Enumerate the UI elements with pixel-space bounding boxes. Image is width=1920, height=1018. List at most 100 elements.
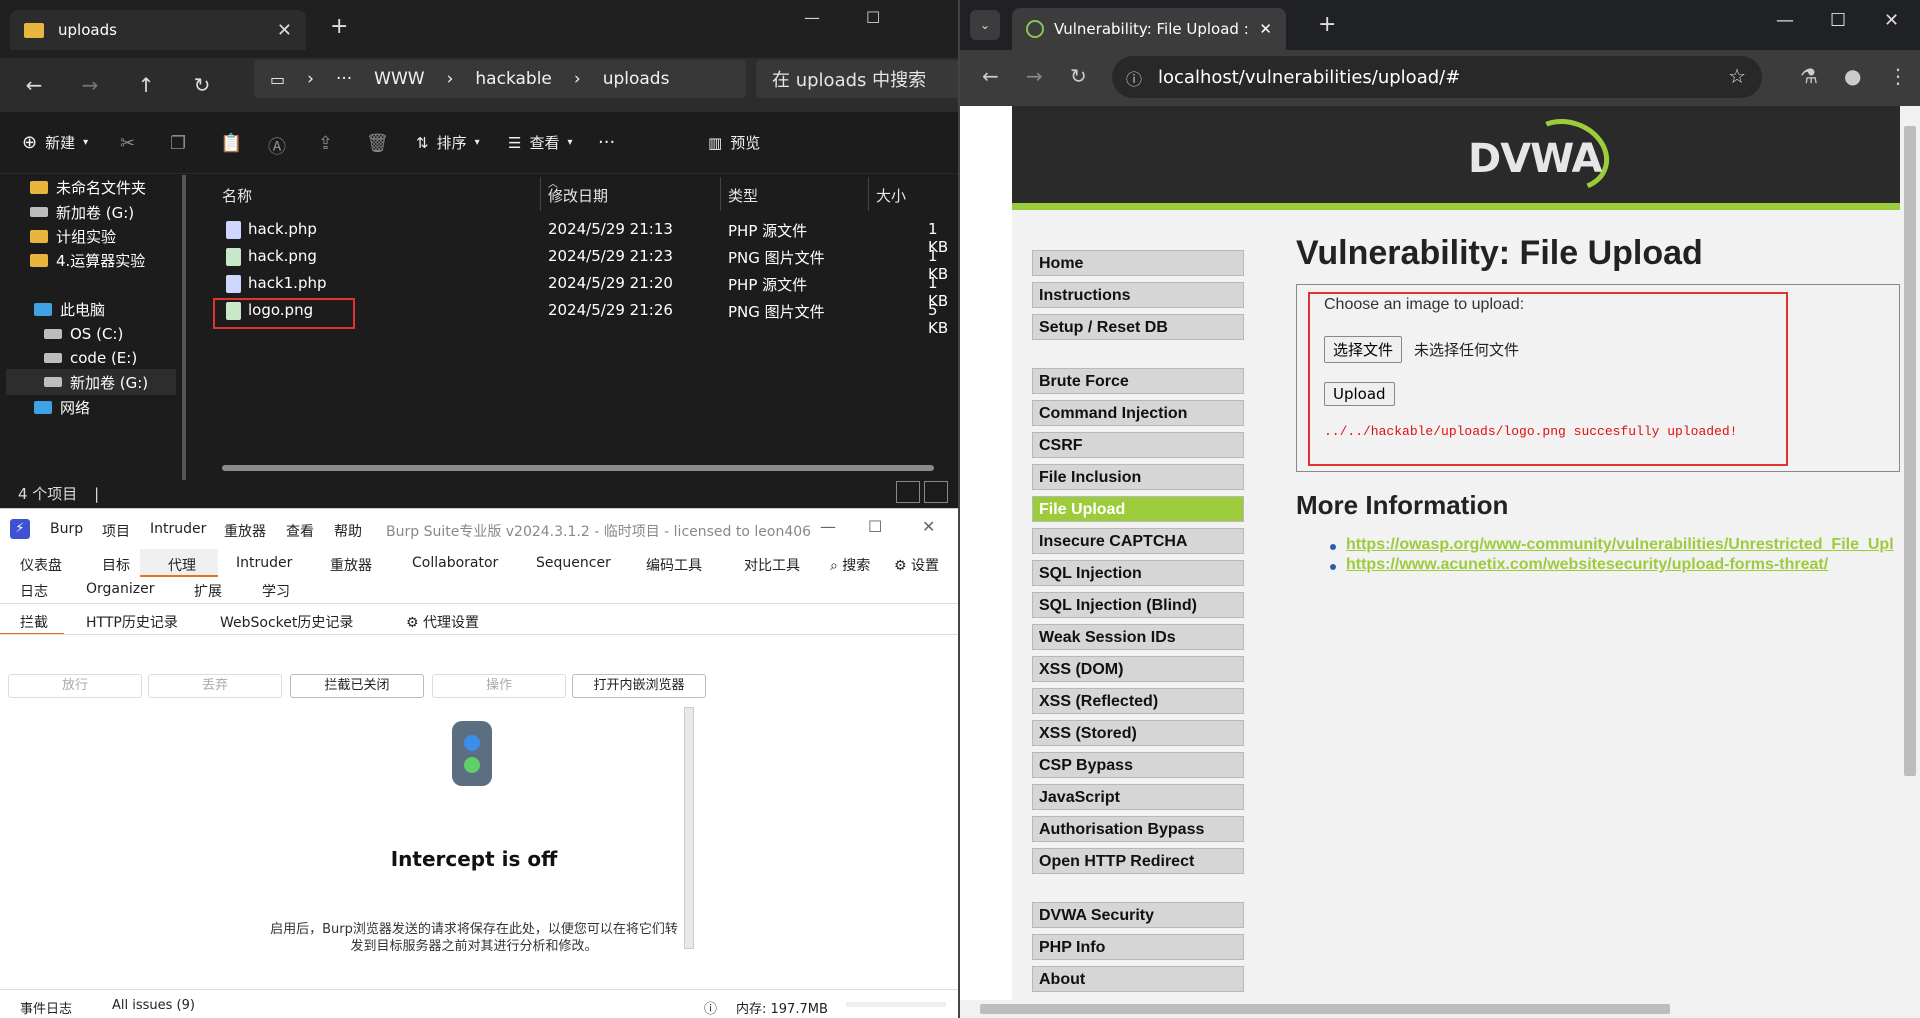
tab-target[interactable]: 目标 [102, 555, 130, 575]
forward-icon[interactable]: → [1026, 64, 1043, 88]
event-log-button[interactable]: 事件日志 [20, 998, 72, 1017]
breadcrumb-item[interactable]: WWW [374, 69, 424, 89]
refresh-icon[interactable]: ↻ [182, 73, 222, 97]
menu-item-xss-stored[interactable]: XSS (Stored) [1032, 720, 1244, 746]
menu-intruder[interactable]: Intruder [150, 521, 206, 537]
search-input[interactable]: 在 uploads 中搜索 [756, 60, 958, 98]
intercept-scrollbar[interactable] [684, 707, 694, 949]
menu-item-insecure-captcha[interactable]: Insecure CAPTCHA [1032, 528, 1244, 554]
menu-view[interactable]: 查看 [286, 521, 314, 541]
nav-item-drive-g[interactable]: 新加卷 (G:) [30, 199, 134, 225]
tab-collaborator[interactable]: Collaborator [412, 555, 498, 571]
address-bar[interactable]: ⓘ localhost/vulnerabilities/upload/# ☆ [1112, 56, 1762, 98]
view-button[interactable]: ☰ 查看 ▾ [508, 132, 573, 153]
menu-burp[interactable]: Burp [50, 521, 83, 537]
menu-item-javascript[interactable]: JavaScript [1032, 784, 1244, 810]
chrome-menu-icon[interactable]: ⋮ [1888, 64, 1908, 88]
nav-item-drive-e[interactable]: code (E:) [44, 345, 137, 371]
intercept-toggle-button[interactable]: 拦截已关闭 [290, 674, 424, 698]
close-window-icon[interactable]: ✕ [1884, 10, 1899, 31]
file-row[interactable]: hack.png 2024/5/29 21:23 PNG 图片文件 1 KB [208, 244, 958, 283]
delete-icon[interactable]: 🗑 [366, 133, 389, 155]
upload-button[interactable]: Upload [1324, 382, 1395, 406]
tab-proxy[interactable]: 代理 [168, 555, 196, 575]
profile-icon[interactable]: ● [1844, 64, 1861, 88]
tab-repeater[interactable]: 重放器 [330, 555, 372, 575]
back-icon[interactable]: ← [982, 64, 999, 88]
subtab-websocket-history[interactable]: WebSocket历史记录 [220, 612, 353, 632]
subtab-http-history[interactable]: HTTP历史记录 [86, 612, 178, 632]
menu-item-weak-session-ids[interactable]: Weak Session IDs [1032, 624, 1244, 650]
breadcrumb[interactable]: ▭ › ··· WWW › hackable › uploads [254, 60, 746, 98]
forward-icon[interactable]: → [70, 73, 110, 97]
minimize-icon[interactable]: — [820, 517, 836, 536]
menu-item-xss-reflected[interactable]: XSS (Reflected) [1032, 688, 1244, 714]
menu-item-csp-bypass[interactable]: CSP Bypass [1032, 752, 1244, 778]
new-tab-icon[interactable]: + [330, 14, 348, 39]
open-browser-button[interactable]: 打开内嵌浏览器 [572, 674, 706, 698]
proxy-settings-button[interactable]: ⚙ 代理设置 [406, 612, 479, 632]
new-tab-icon[interactable]: + [1318, 12, 1336, 37]
column-header-name[interactable]: 名称 [222, 185, 252, 206]
tab-decoder[interactable]: 编码工具 [646, 555, 702, 575]
acunetix-link[interactable]: https://www.acunetix.com/websitesecurity… [1346, 556, 1828, 574]
menu-item-authorisation-bypass[interactable]: Authorisation Bypass [1032, 816, 1244, 842]
nav-item-drive-c[interactable]: OS (C:) [44, 321, 123, 347]
menu-repeater[interactable]: 重放器 [224, 521, 266, 541]
subtab-intercept[interactable]: 拦截 [20, 612, 48, 632]
paste-icon[interactable]: 📋 [220, 133, 242, 155]
new-button[interactable]: ⊕ 新建 ▾ [22, 132, 88, 153]
reload-icon[interactable]: ↻ [1070, 64, 1087, 88]
up-icon[interactable]: ↑ [126, 73, 166, 97]
preview-button[interactable]: ▥ 预览 [708, 132, 760, 153]
menu-item-sql-injection-blind[interactable]: SQL Injection (Blind) [1032, 592, 1244, 618]
page-horizontal-scrollbar[interactable] [960, 1000, 1920, 1018]
menu-item-xss-dom[interactable]: XSS (DOM) [1032, 656, 1244, 682]
scrollbar-thumb[interactable] [1904, 126, 1916, 776]
explorer-tab[interactable]: uploads ✕ [10, 10, 306, 50]
share-icon[interactable]: ⇪ [318, 133, 340, 155]
maximize-icon[interactable]: ☐ [868, 517, 882, 536]
menu-item-home[interactable]: Home [1032, 250, 1244, 276]
tab-learn[interactable]: 学习 [262, 581, 290, 601]
breadcrumb-item[interactable]: uploads [603, 69, 670, 89]
sort-button[interactable]: ⇅ 排序 ▾ [416, 132, 480, 153]
menu-item-file-upload[interactable]: File Upload [1032, 496, 1244, 522]
menu-item-about[interactable]: About [1032, 966, 1244, 992]
tab-comparer[interactable]: 对比工具 [744, 555, 800, 575]
close-icon[interactable]: ✕ [922, 517, 935, 536]
settings-button[interactable]: ⚙ 设置 [894, 555, 939, 575]
column-header-type[interactable]: 类型 [728, 185, 758, 206]
tab-intruder[interactable]: Intruder [236, 555, 292, 571]
tab-sequencer[interactable]: Sequencer [536, 555, 611, 571]
tab-dashboard[interactable]: 仪表盘 [20, 555, 62, 575]
nav-item-drive-g-selected[interactable]: 新加卷 (G:) [6, 369, 176, 395]
menu-project[interactable]: 项目 [102, 521, 130, 541]
menu-help[interactable]: 帮助 [334, 521, 362, 541]
menu-item-setup[interactable]: Setup / Reset DB [1032, 314, 1244, 340]
tab-organizer[interactable]: Organizer [86, 581, 154, 597]
action-button[interactable]: 操作 [432, 674, 566, 698]
maximize-icon[interactable]: ☐ [866, 8, 880, 27]
menu-item-dvwa-security[interactable]: DVWA Security [1032, 902, 1244, 928]
chrome-tab[interactable]: Vulnerability: File Upload :: D ✕ [1012, 8, 1286, 50]
nav-item-network[interactable]: 网络 [34, 394, 90, 420]
close-icon[interactable]: ✕ [277, 20, 292, 41]
owasp-link[interactable]: https://owasp.org/www-community/vulnerab… [1346, 536, 1894, 554]
minimize-icon[interactable]: — [1776, 10, 1794, 31]
nav-item-unnamed-folder[interactable]: 未命名文件夹 [30, 174, 146, 200]
tab-search-icon[interactable]: ⌄ [970, 10, 1000, 40]
nav-scrollbar[interactable] [182, 175, 186, 480]
rename-icon[interactable]: Ⓐ [268, 133, 290, 158]
file-row[interactable]: hack1.php 2024/5/29 21:20 PHP 源文件 1 KB [208, 271, 958, 310]
nav-item-alu[interactable]: 4.运算器实验 [30, 247, 145, 273]
details-view-icon[interactable] [896, 481, 920, 503]
menu-item-instructions[interactable]: Instructions [1032, 282, 1244, 308]
page-vertical-scrollbar[interactable] [1900, 106, 1920, 1000]
menu-item-php-info[interactable]: PHP Info [1032, 934, 1244, 960]
menu-item-csrf[interactable]: CSRF [1032, 432, 1244, 458]
nav-item-jizu[interactable]: 计组实验 [30, 223, 116, 249]
menu-item-open-http-redirect[interactable]: Open HTTP Redirect [1032, 848, 1244, 874]
column-header-date[interactable]: 修改日期 [548, 185, 608, 206]
bookmark-star-icon[interactable]: ☆ [1728, 64, 1746, 88]
